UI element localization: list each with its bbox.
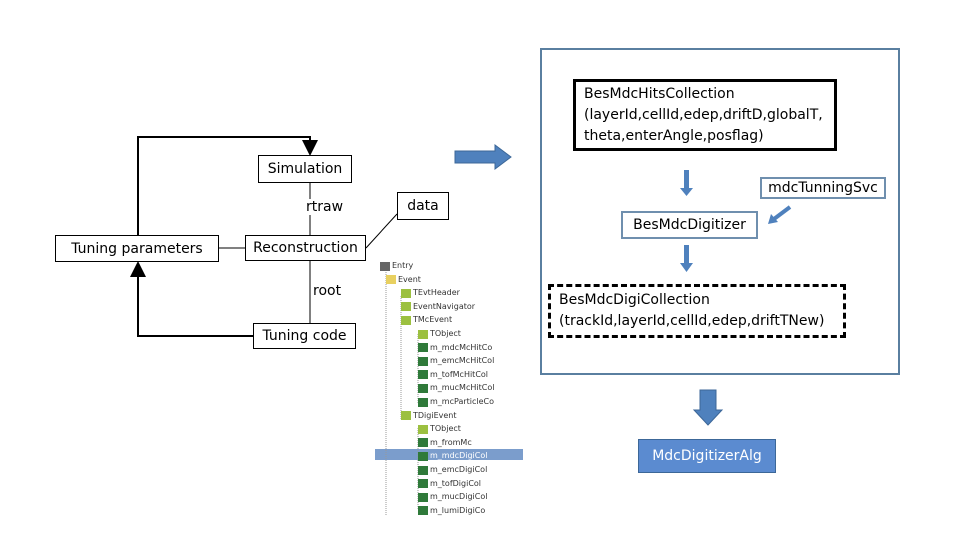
class-icon [401,315,411,325]
diagonal-arrow-icon [772,205,792,221]
tree-item-label: m_lumiDigiCo [430,505,486,515]
leaf-icon [418,479,428,489]
tree-item-label: TEvtHeader [413,288,460,298]
tree-item[interactable]: m_mdcMcHitCo [418,342,492,354]
tree-item-label: m_emcDigiCol [430,465,488,474]
data-to-reco-line [365,213,398,249]
tree-item[interactable]: m_tofMcHitCol [418,369,488,381]
tree-item[interactable]: Event [386,274,421,286]
tree-item-label: m_fromMc [430,437,472,447]
tree-item-label: TMcEvent [413,315,453,325]
tree-item[interactable]: m_mucMcHitCol [418,382,494,394]
leaf-icon [418,370,428,380]
leaf-icon [418,343,428,353]
tree-item-label: Event [398,274,421,284]
digi-collection-title: BesMdcDigiCollection [559,292,710,308]
tree-item[interactable]: TMcEvent [401,314,452,326]
hits-collection-fields-2: theta,enterAngle,posflag) [584,127,764,144]
right-arrow-icon [454,144,512,170]
leaf-icon [418,438,428,448]
data-box: data [397,192,449,220]
tree-icon [380,261,390,271]
tree-item-label: TObject [430,424,461,434]
tuning-parameters-box: Tuning parameters [55,235,219,262]
tree-item[interactable]: EventNavigator [401,301,475,313]
tunning-svc-box: mdcTunningSvc [760,177,886,199]
digi-collection-fields: (trackId,layerId,cellId,edep,driftTNew) [559,313,825,329]
tree-item-label: m_mdcMcHitCo [430,342,493,352]
tree-item[interactable]: m_tofDigiCol [418,478,481,490]
folder-icon [386,275,396,285]
leaf-icon [418,465,428,475]
digi-collection-box: BesMdcDigiCollection (trackId,layerId,ce… [548,284,846,338]
feedback-loop-top [137,136,318,235]
root-label: root [313,283,342,299]
class-icon [401,411,411,421]
tree-item[interactable]: TDigiEvent [401,410,457,422]
leaf-icon [418,397,428,407]
tree-item-label: m_emcMcHitCol [430,356,495,366]
reconstruction-box: Reconstruction [245,235,366,261]
tree-item[interactable]: m_emcMcHitCol [418,355,494,367]
down-arrow-icon [680,170,693,196]
tree-item[interactable]: TObject [418,423,461,435]
tree-item[interactable]: TObject [418,328,461,340]
tree-item[interactable]: m_emcDigiCol [418,464,487,476]
digitizer-alg-box: MdcDigitizerAlg [638,439,776,473]
leaf-icon [418,506,428,516]
tree-item-label: m_mdcDigiCol [430,451,488,461]
feedback-loop-bottom [130,261,253,337]
class-icon [418,329,428,339]
tuning-code-box: Tuning code [253,323,356,349]
tree-item-label: m_mcParticleCo [430,397,495,406]
class-icon [418,424,428,434]
tree-item-label: TObject [430,329,461,338]
tree-item-label: TDigiEvent [413,410,457,420]
tree-item[interactable]: m_mdcDigiCol [418,450,487,462]
leaf-icon [418,383,428,393]
simulation-box: Simulation [258,155,352,183]
hits-collection-title: BesMdcHitsCollection [584,85,735,102]
tree-item-label: m_mucMcHitCol [430,383,495,393]
root-tree-view[interactable]: Entry Event TEvtHeader EventNavigator TMcEve… [375,258,525,516]
big-down-arrow-icon [692,389,724,426]
leaf-icon [418,356,428,366]
hits-collection-box: BesMdcHitsCollection (layerId,cellId,ede… [573,79,837,151]
digitizer-box: BesMdcDigitizer [621,211,758,239]
hits-collection-fields-1: (layerId,cellId,edep,driftD,globalT, [584,106,823,123]
tree-item[interactable]: m_mucDigiCol [418,491,487,503]
leaf-icon [418,451,428,461]
rtraw-label: rtraw [306,199,344,215]
class-icon [401,288,411,298]
down-arrow-icon [680,245,693,272]
tree-item-label: m_tofMcHitCol [430,369,489,379]
class-icon [401,302,411,312]
tree-item[interactable]: m_fromMc [418,437,472,449]
tree-item-label: Entry [392,261,414,270]
tree-item[interactable]: m_lumiDigiCo [418,505,485,517]
tree-item-label: m_tofDigiCol [430,478,482,488]
tree-item-label: m_mucDigiCol [430,492,488,502]
tree-item[interactable]: TEvtHeader [401,287,460,299]
tree-item-label: EventNavigator [413,301,476,311]
leaf-icon [418,492,428,502]
tree-item[interactable]: Entry [380,260,413,272]
tree-item[interactable]: m_mcParticleCo [418,396,494,408]
